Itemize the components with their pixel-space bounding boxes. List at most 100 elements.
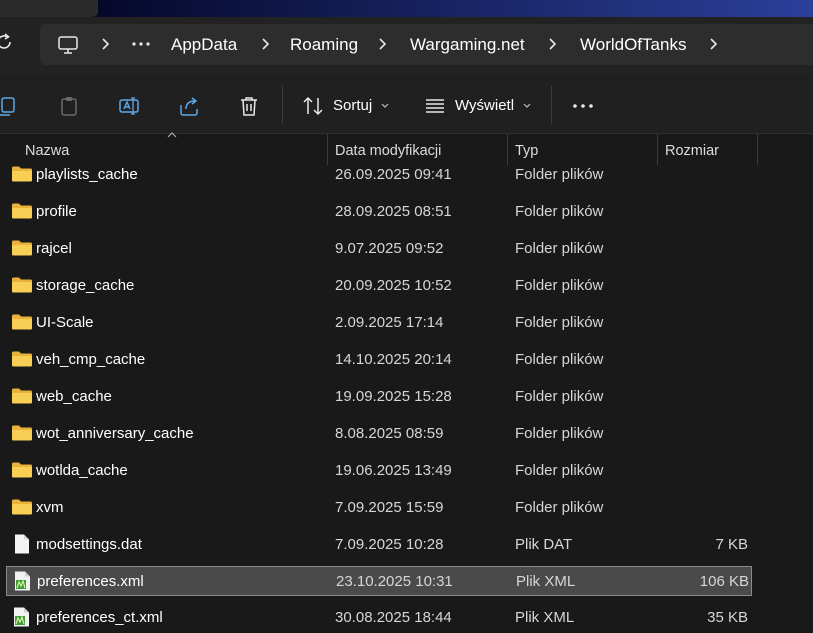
file-type: Plik DAT <box>515 536 573 553</box>
computer-icon[interactable] <box>57 34 79 56</box>
chevron-right-icon[interactable] <box>377 36 389 52</box>
file-row[interactable]: playlists_cache 26.09.2025 09:41 Folder pl… <box>6 160 752 190</box>
file-name: rajcel <box>36 240 72 257</box>
file-type: Folder plików <box>515 462 604 479</box>
file-name: storage_cache <box>36 277 135 294</box>
file-type: Folder plików <box>515 203 604 220</box>
file-modified: 8.08.2025 08:59 <box>335 425 444 442</box>
file-type: Plik XML <box>516 573 576 590</box>
file-modified: 20.09.2025 10:52 <box>335 277 452 294</box>
more-options-icon[interactable] <box>572 104 594 108</box>
file-modified: 2.09.2025 17:14 <box>335 314 444 331</box>
file-name: veh_cmp_cache <box>36 351 146 368</box>
column-name[interactable]: Nazwa <box>25 143 69 159</box>
file-name: preferences.xml <box>37 573 144 590</box>
file-row[interactable]: wotlda_cache 19.06.2025 13:49 Folder plikó… <box>6 456 752 486</box>
file-name: web_cache <box>36 388 112 405</box>
more-path-icon[interactable] <box>132 42 150 46</box>
column-size[interactable]: Rozmiar <box>665 143 719 159</box>
file-modified: 28.09.2025 08:51 <box>335 203 452 220</box>
breadcrumb-appdata[interactable]: AppData <box>171 35 237 55</box>
file-row[interactable]: modsettings.dat 7.09.2025 10:28 Plik DAT 7 … <box>6 530 752 560</box>
file-row[interactable]: xvm 7.09.2025 15:59 Folder plików <box>6 493 752 523</box>
paste-icon[interactable] <box>58 95 80 117</box>
file-row[interactable]: rajcel 9.07.2025 09:52 Folder plików <box>6 234 752 264</box>
breadcrumb-worldoftanks[interactable]: WorldOfTanks <box>580 35 686 55</box>
chevron-down-icon[interactable] <box>381 103 389 109</box>
title-bar-background <box>98 0 813 17</box>
sort-ascending-icon <box>167 132 177 138</box>
file-row[interactable]: storage_cache 20.09.2025 10:52 Folder plik… <box>6 271 752 301</box>
share-icon[interactable] <box>178 95 200 117</box>
folder-icon <box>11 385 33 407</box>
xml-file-icon <box>11 606 33 628</box>
chevron-down-icon[interactable] <box>523 103 531 109</box>
column-type[interactable]: Typ <box>515 143 538 159</box>
file-size: 106 KB <box>699 573 749 590</box>
chevron-right-icon[interactable] <box>708 36 720 52</box>
sort-button[interactable]: Sortuj <box>333 97 372 114</box>
file-type: Folder plików <box>515 425 604 442</box>
file-name: playlists_cache <box>36 166 138 183</box>
copy-icon[interactable] <box>0 95 18 117</box>
file-name: modsettings.dat <box>36 536 142 553</box>
tab-strip <box>0 0 813 17</box>
file-modified: 14.10.2025 20:14 <box>335 351 452 368</box>
file-name: UI-Scale <box>36 314 94 331</box>
chevron-right-icon[interactable] <box>547 36 559 52</box>
file-modified: 19.06.2025 13:49 <box>335 462 452 479</box>
file-type: Folder plików <box>515 351 604 368</box>
file-modified: 7.09.2025 10:28 <box>335 536 444 553</box>
folder-icon <box>11 496 33 518</box>
chevron-right-icon[interactable] <box>100 36 112 52</box>
sort-icon[interactable] <box>302 95 324 117</box>
file-type: Folder plików <box>515 499 604 516</box>
file-name: wotlda_cache <box>36 462 128 479</box>
file-row[interactable]: wot_anniversary_cache 8.08.2025 08:59 Fold… <box>6 419 752 449</box>
column-date-modified[interactable]: Data modyfikacji <box>335 143 441 159</box>
file-row[interactable]: web_cache 19.09.2025 15:28 Folder plików <box>6 382 752 412</box>
file-type: Folder plików <box>515 277 604 294</box>
folder-icon <box>11 163 33 185</box>
file-type: Plik XML <box>515 609 575 626</box>
toolbar-separator <box>282 86 283 124</box>
file-name: profile <box>36 203 77 220</box>
chevron-right-icon[interactable] <box>260 36 272 52</box>
view-icon[interactable] <box>424 95 446 117</box>
folder-icon <box>11 348 33 370</box>
tab-current[interactable] <box>0 0 98 17</box>
file-type: Folder plików <box>515 240 604 257</box>
toolbar-separator <box>551 86 552 124</box>
file-type: Folder plików <box>515 314 604 331</box>
folder-icon <box>11 274 33 296</box>
file-modified: 19.09.2025 15:28 <box>335 388 452 405</box>
file-size: 7 KB <box>715 536 748 553</box>
refresh-icon[interactable] <box>0 32 14 52</box>
new-tab-icon[interactable] <box>120 0 132 6</box>
file-row[interactable]: preferences_ct.xml 30.08.2025 18:44 Plik X… <box>6 603 752 633</box>
file-name: xvm <box>36 499 64 516</box>
file-row[interactable]: preferences.xml 23.10.2025 10:31 Plik XML 1… <box>6 566 752 596</box>
breadcrumb-wargaming[interactable]: Wargaming.net <box>410 35 525 55</box>
file-size: 35 KB <box>707 609 748 626</box>
file-modified: 30.08.2025 18:44 <box>335 609 452 626</box>
file-type: Folder plików <box>515 388 604 405</box>
breadcrumb-roaming[interactable]: Roaming <box>290 35 358 55</box>
delete-icon[interactable] <box>238 95 260 117</box>
file-modified: 26.09.2025 09:41 <box>335 166 452 183</box>
file-row[interactable]: profile 28.09.2025 08:51 Folder plików <box>6 197 752 227</box>
file-modified: 7.09.2025 15:59 <box>335 499 444 516</box>
column-divider[interactable] <box>757 134 758 165</box>
file-modified: 9.07.2025 09:52 <box>335 240 444 257</box>
rename-icon[interactable] <box>118 95 140 117</box>
file-name: preferences_ct.xml <box>36 609 163 626</box>
file-row[interactable]: UI-Scale 2.09.2025 17:14 Folder plików <box>6 308 752 338</box>
view-button[interactable]: Wyświetl <box>455 97 514 114</box>
file-type: Folder plików <box>515 166 604 183</box>
folder-icon <box>11 459 33 481</box>
file-icon <box>11 533 33 555</box>
folder-icon <box>11 200 33 222</box>
file-row[interactable]: veh_cmp_cache 14.10.2025 20:14 Folder plik… <box>6 345 752 375</box>
folder-icon <box>11 237 33 259</box>
file-modified: 23.10.2025 10:31 <box>336 573 453 590</box>
